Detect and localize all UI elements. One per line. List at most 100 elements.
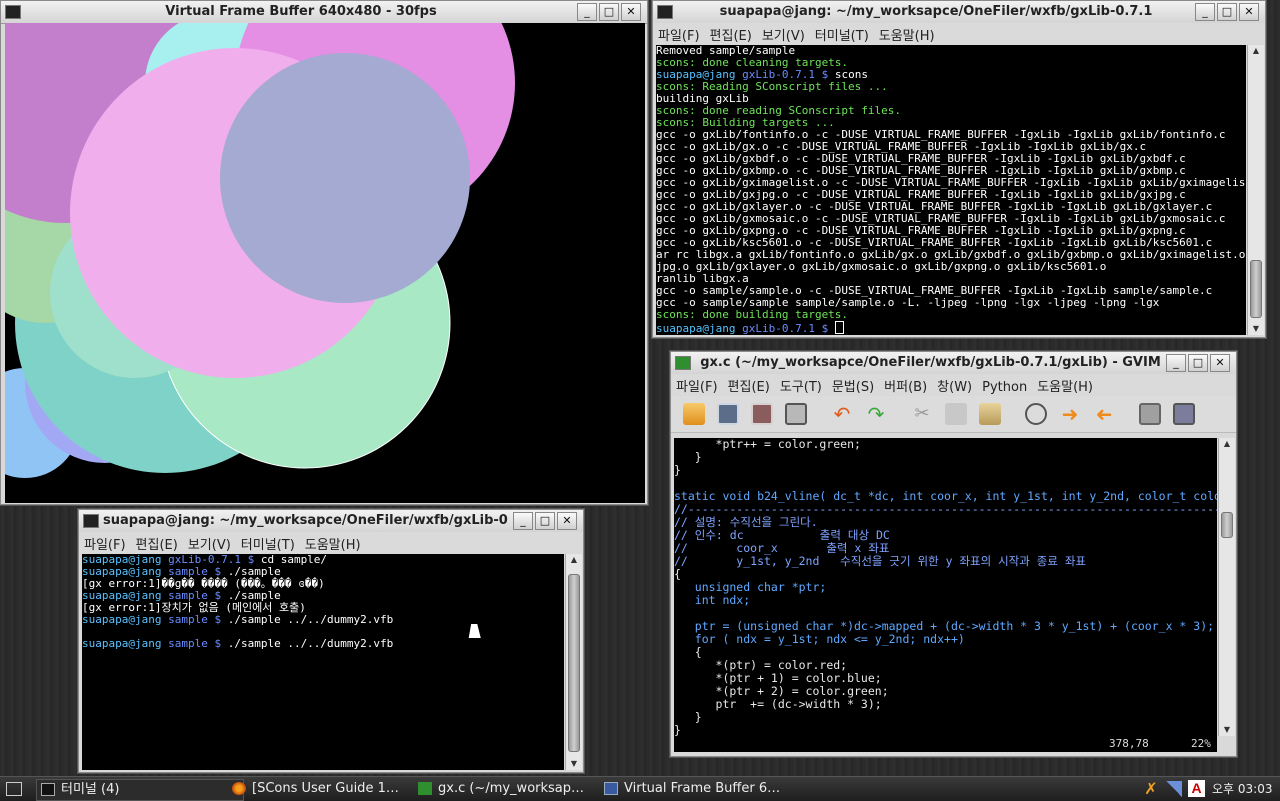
taskbar-label: Virtual Frame Buffer 6…: [624, 781, 781, 796]
menu-item[interactable]: 보기(V): [757, 23, 810, 46]
scroll-down-arrow[interactable]: ▼: [1248, 323, 1264, 335]
clock[interactable]: 오후 03:03: [1212, 780, 1272, 797]
menu-item[interactable]: 편집(E): [723, 374, 775, 397]
code-line: }: [674, 711, 1217, 724]
open-icon[interactable]: [683, 403, 705, 425]
terminal-output[interactable]: Removed sample/sample scons: done cleanin…: [656, 45, 1246, 335]
save-icon[interactable]: [717, 403, 739, 425]
terminal-scrollbar[interactable]: ▲ ▼: [565, 554, 582, 770]
scroll-down-arrow[interactable]: ▼: [566, 758, 582, 770]
scrollbar-thumb[interactable]: [1250, 260, 1262, 318]
minimize-button[interactable]: _: [1195, 3, 1215, 21]
code-text: ptr += (dc->width * 3);: [674, 697, 882, 711]
load-session-icon[interactable]: [1139, 403, 1161, 425]
terminal-titlebar[interactable]: suapapa@jang: ~/my_worksapce/OneFiler/wx…: [653, 1, 1265, 24]
close-button[interactable]: ✕: [557, 512, 577, 530]
scroll-up-arrow[interactable]: ▲: [1248, 45, 1264, 57]
menu-item[interactable]: 도구(T): [775, 374, 827, 397]
maximize-button[interactable]: □: [1217, 3, 1237, 21]
maximize-button[interactable]: □: [1188, 354, 1208, 372]
menu-item[interactable]: 파일(F): [653, 23, 705, 46]
code-text: // coor_x 출력 x 좌표: [674, 541, 890, 555]
close-button[interactable]: ✕: [1210, 354, 1230, 372]
menu-item[interactable]: 터미널(T): [236, 532, 300, 555]
terminal-titlebar[interactable]: suapapa@jang: ~/my_worksapce/OneFiler/wx…: [79, 510, 583, 533]
taskbar-item-gvim[interactable]: gx.c (~/my_worksap…: [414, 779, 616, 799]
code-text: {: [674, 645, 702, 659]
taskbar-label: [SCons User Guide 1…: [252, 781, 399, 796]
print-icon[interactable]: [785, 403, 807, 425]
undo-icon[interactable]: ↶: [831, 403, 853, 425]
terminal-line: suapapa@jang gxLib-0.7.1 $: [656, 321, 1246, 335]
vim-icon: [418, 782, 432, 795]
code-text: }: [674, 710, 702, 724]
taskbar: 터미널 (4) ⇕ [SCons User Guide 1… gx.c (~/m…: [0, 776, 1280, 801]
save-session-icon[interactable]: [1173, 403, 1195, 425]
paste-icon[interactable]: [979, 403, 1001, 425]
copy-icon[interactable]: [945, 403, 967, 425]
menu-item[interactable]: 편집(E): [705, 23, 757, 46]
menu-item[interactable]: 도움말(H): [874, 23, 940, 46]
find-prev-icon[interactable]: ➜: [1093, 402, 1115, 426]
input-method-icon[interactable]: ✗: [1140, 780, 1162, 798]
show-desktop-icon[interactable]: [6, 782, 22, 796]
menu-item[interactable]: Python: [977, 378, 1032, 397]
terminal-title: suapapa@jang: ~/my_worksapce/OneFiler/wx…: [103, 513, 508, 528]
menu-item[interactable]: 파일(F): [671, 374, 723, 397]
minimize-button[interactable]: _: [513, 512, 533, 530]
menu-item[interactable]: 파일(F): [79, 532, 131, 555]
scrollbar-thumb[interactable]: [568, 574, 580, 752]
code-line: ptr += (dc->width * 3);: [674, 698, 1217, 711]
menu-item[interactable]: 도움말(H): [300, 532, 366, 555]
save-all-icon[interactable]: [751, 403, 773, 425]
scrollbar-thumb[interactable]: [1221, 512, 1233, 538]
find-next-icon[interactable]: ➜: [1059, 403, 1081, 425]
terminal-menubar: 파일(F) 편집(E) 보기(V) 터미널(T) 도움말(H): [79, 532, 583, 553]
code-text: }: [674, 463, 681, 477]
menu-item[interactable]: 창(W): [932, 374, 977, 397]
scroll-up-arrow[interactable]: ▲: [566, 554, 582, 566]
terminal-icon[interactable]: [657, 5, 673, 19]
code-text: unsigned char *ptr;: [674, 580, 827, 594]
maximize-button[interactable]: □: [599, 3, 619, 21]
terminal-icon: [41, 783, 55, 796]
terminal-output[interactable]: suapapa@jang gxLib-0.7.1 $ cd sample/sua…: [82, 554, 564, 770]
redo-icon[interactable]: ↷: [865, 403, 887, 425]
taskbar-item-vfb[interactable]: Virtual Frame Buffer 6…: [600, 779, 802, 799]
terminal-window-bottom: suapapa@jang: ~/my_worksapce/OneFiler/wx…: [78, 509, 584, 773]
scroll-up-arrow[interactable]: ▲: [1219, 438, 1235, 450]
network-icon[interactable]: [1166, 781, 1182, 797]
cursor-position: 378,78: [1109, 737, 1149, 750]
terminal-icon[interactable]: [83, 514, 99, 528]
minimize-button[interactable]: _: [577, 3, 597, 21]
cut-icon[interactable]: ✂: [911, 403, 933, 425]
menu-item[interactable]: 도움말(H): [1032, 374, 1098, 397]
gvim-scrollbar[interactable]: ▲ ▼: [1218, 438, 1235, 736]
gvim-titlebar[interactable]: gx.c (~/my_worksapce/OneFiler/wxfb/gxLib…: [671, 352, 1236, 375]
menu-item[interactable]: 버퍼(B): [879, 374, 932, 397]
scroll-down-arrow[interactable]: ▼: [1219, 724, 1235, 736]
window-icon[interactable]: [5, 5, 21, 19]
gvim-editor[interactable]: *ptr++ = color.green; }} static void b24_…: [674, 438, 1217, 736]
close-button[interactable]: ✕: [621, 3, 641, 21]
gvim-toolbar: ↶ ↷ ✂ ➜ ➜: [671, 396, 1236, 433]
keyboard-layout-icon[interactable]: A: [1188, 780, 1205, 797]
menu-item[interactable]: 편집(E): [131, 532, 183, 555]
taskbar-label: 터미널 (4): [61, 782, 120, 797]
command-text: ./sample ../../dummy2.vfb: [227, 613, 394, 626]
taskbar-item-terminal[interactable]: 터미널 (4) ⇕: [36, 779, 244, 801]
vim-icon[interactable]: [675, 356, 691, 370]
code-text: int ndx;: [674, 593, 751, 607]
menu-item[interactable]: 터미널(T): [810, 23, 874, 46]
vfb-window: Virtual Frame Buffer 640x480 - 30fps _ □…: [0, 0, 648, 505]
taskbar-item-scons-guide[interactable]: [SCons User Guide 1…: [228, 779, 428, 799]
minimize-button[interactable]: _: [1166, 354, 1186, 372]
vfb-titlebar[interactable]: Virtual Frame Buffer 640x480 - 30fps _ □…: [1, 1, 647, 24]
close-button[interactable]: ✕: [1239, 3, 1259, 21]
maximize-button[interactable]: □: [535, 512, 555, 530]
vfb-canvas[interactable]: [5, 23, 645, 503]
menu-item[interactable]: 문법(S): [827, 374, 879, 397]
menu-item[interactable]: 보기(V): [183, 532, 236, 555]
find-replace-icon[interactable]: [1025, 403, 1047, 425]
terminal-scrollbar[interactable]: ▲ ▼: [1247, 45, 1264, 335]
